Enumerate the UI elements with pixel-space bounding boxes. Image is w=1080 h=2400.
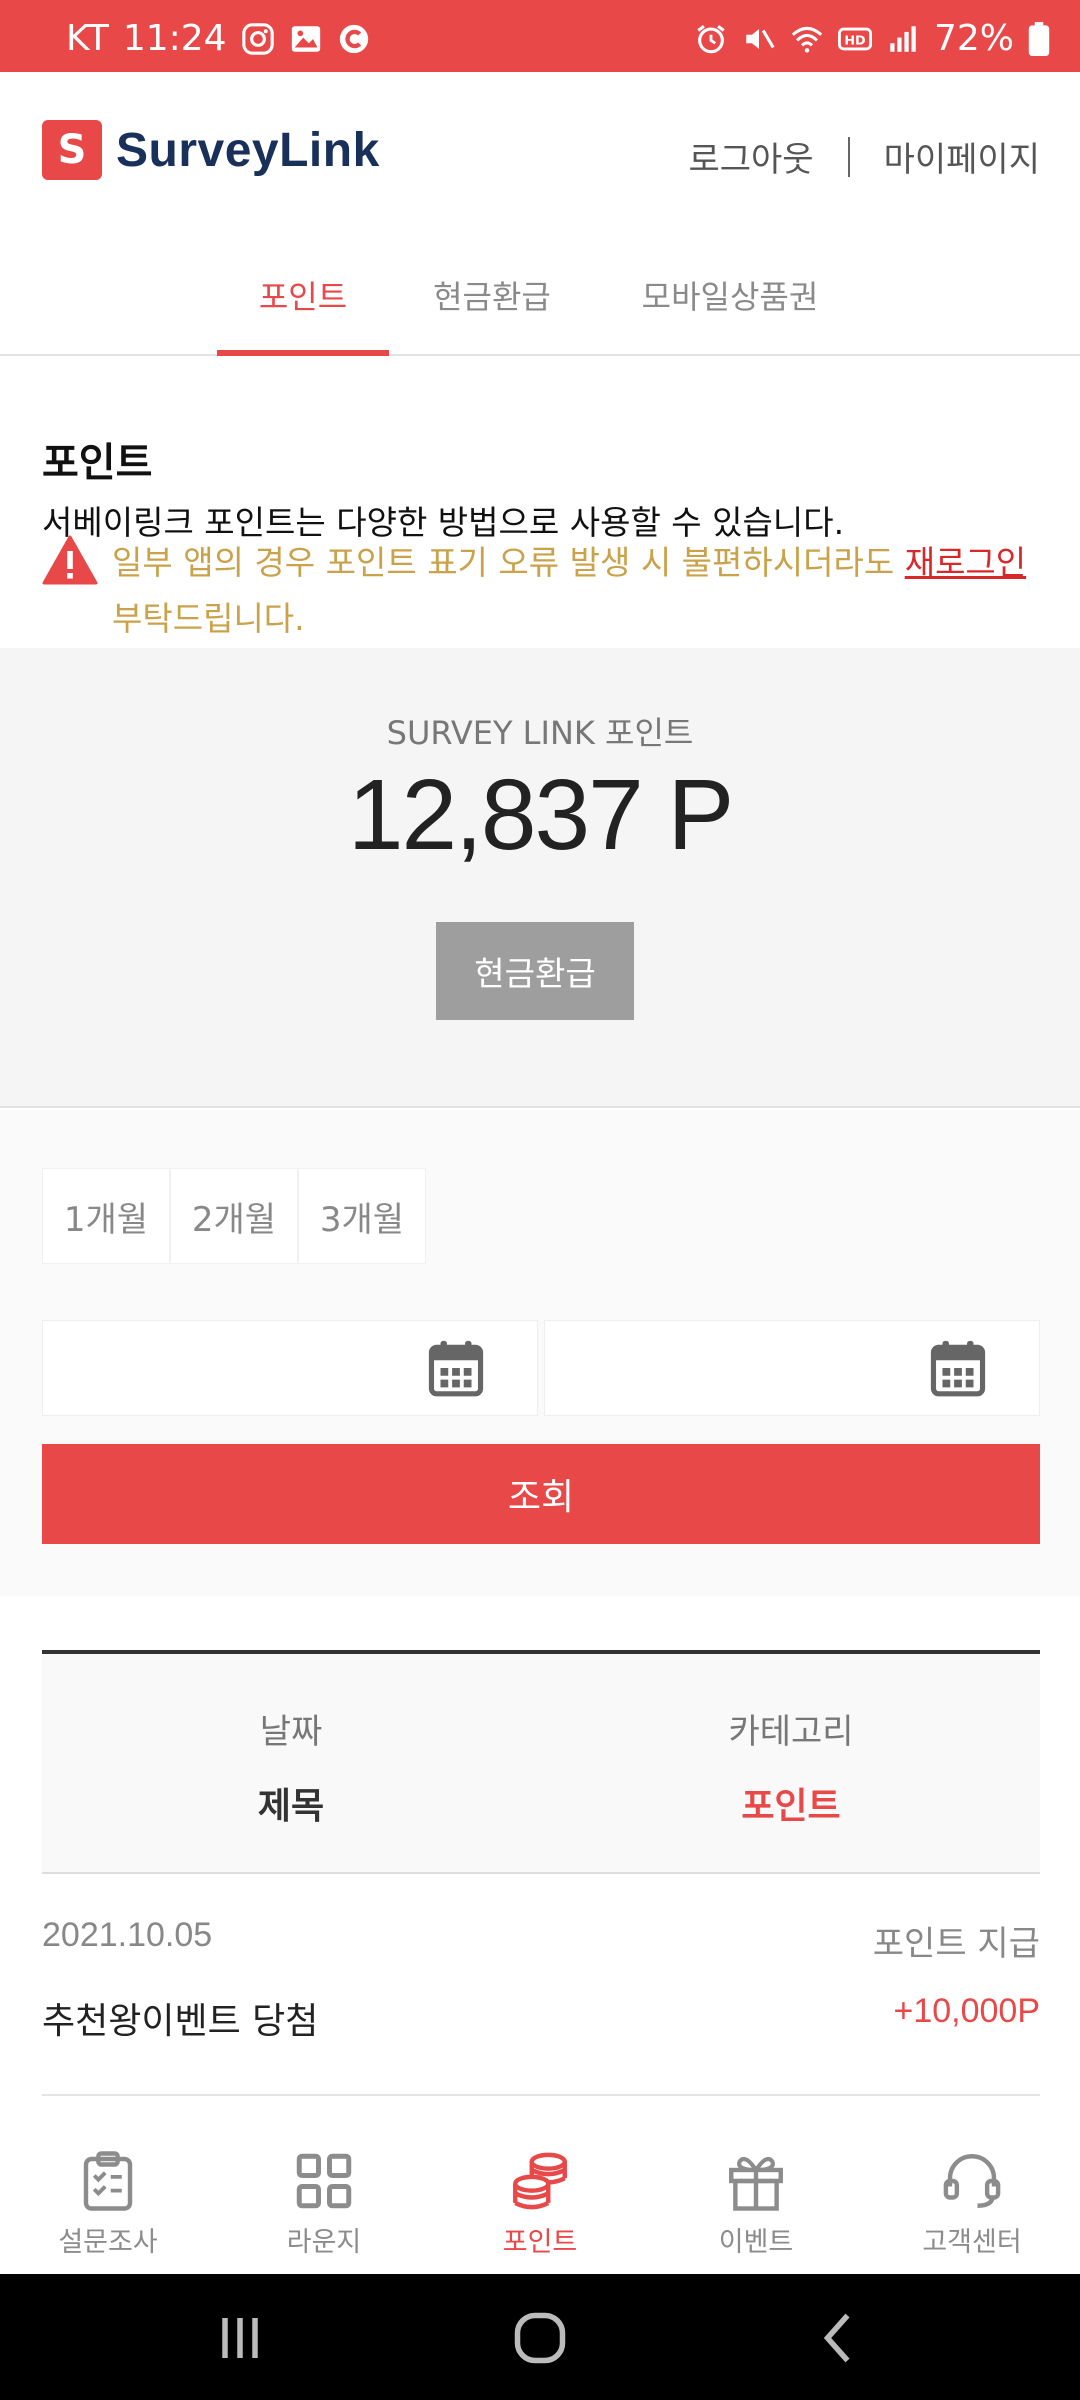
- clock: 11:24: [122, 18, 227, 59]
- app-header: S SurveyLink 로그아웃 마이페이지: [0, 72, 1080, 230]
- notice-text-suffix: 부탁드립니다.: [112, 599, 305, 638]
- nav-customer-center[interactable]: 고객센터: [864, 2148, 1080, 2259]
- calendar-icon[interactable]: [425, 1337, 487, 1399]
- cash-refund-button[interactable]: 현금환급: [436, 922, 634, 1020]
- row-date: 2021.10.05: [42, 1916, 213, 1954]
- logo-mark-icon: S: [42, 120, 102, 180]
- mypage-link[interactable]: 마이페이지: [884, 132, 1040, 181]
- header-left-column: 날짜 제목: [42, 1704, 540, 1829]
- warning-icon: [42, 535, 98, 585]
- grid-icon: [296, 2153, 352, 2209]
- tab-cash-refund[interactable]: 현금환급: [410, 272, 574, 318]
- header-title: 제목: [257, 1786, 325, 1827]
- nav-points[interactable]: 포인트: [432, 2148, 648, 2259]
- period-3-month-button[interactable]: 3개월: [298, 1168, 426, 1264]
- recent-apps-icon[interactable]: [210, 2308, 270, 2368]
- header-point: 포인트: [741, 1786, 841, 1827]
- active-tab-indicator: [217, 350, 389, 356]
- tab-mobile-voucher[interactable]: 모바일상품권: [620, 272, 840, 318]
- c-app-icon: [339, 24, 368, 53]
- nav-survey-label: 설문조사: [58, 2227, 158, 2258]
- points-panel: SURVEY LINK 포인트 12,837 P 현금환급: [0, 648, 1080, 1108]
- nav-lounge[interactable]: 라운지: [216, 2148, 432, 2259]
- start-date-field[interactable]: [42, 1320, 538, 1416]
- period-1-month-button[interactable]: 1개월: [42, 1168, 170, 1264]
- logo-text: SurveyLink: [116, 123, 380, 177]
- end-date-field[interactable]: [544, 1320, 1040, 1416]
- filter-section: 1개월 2개월 3개월 조회: [0, 1110, 1080, 1596]
- svg-text:HD: HD: [844, 33, 865, 48]
- battery-icon: [1028, 21, 1050, 56]
- info-section: 포인트 서베이링크 포인트는 다양한 방법으로 사용할 수 있습니다.: [42, 430, 1042, 544]
- nav-lounge-label: 라운지: [286, 2227, 362, 2258]
- nav-survey[interactable]: 설문조사: [0, 2148, 216, 2259]
- header-divider: [847, 136, 850, 177]
- nav-event[interactable]: 이벤트: [648, 2148, 864, 2259]
- surveylink-logo[interactable]: S SurveyLink: [42, 120, 380, 180]
- search-button[interactable]: 조회: [42, 1444, 1040, 1544]
- hd-voice-icon: HD: [837, 27, 872, 50]
- period-selector: 1개월 2개월 3개월: [42, 1168, 426, 1264]
- history-table-header: 날짜 제목 카테고리 포인트: [42, 1650, 1040, 1874]
- calendar-icon[interactable]: [927, 1337, 989, 1399]
- gift-icon: [729, 2156, 783, 2211]
- row-category: 포인트 지급: [872, 1924, 1040, 1964]
- header-right-column: 카테고리 포인트: [542, 1704, 1040, 1829]
- nav-points-label: 포인트: [502, 2227, 578, 2258]
- carrier-label: KT: [66, 18, 109, 59]
- home-icon[interactable]: [510, 2308, 570, 2368]
- bottom-navigation: 설문조사 라운지 포인트 이벤트 고객센터: [0, 2108, 1080, 2274]
- clipboard-icon: [83, 2151, 133, 2211]
- battery-percent: 72%: [933, 18, 1014, 59]
- alarm-icon: [697, 24, 725, 53]
- section-title: 포인트: [42, 440, 153, 486]
- period-2-month-button[interactable]: 2개월: [170, 1168, 298, 1264]
- status-bar: KT 11:24 HD 72%: [0, 0, 1080, 72]
- sub-tabs: 포인트 현금환급 모바일상품권: [0, 230, 1080, 356]
- points-label: SURVEY LINK 포인트: [386, 714, 694, 752]
- points-value: 12,837 P: [347, 759, 734, 871]
- row-title: 추천왕이벤트 당첨: [42, 2001, 319, 2042]
- instagram-icon: [241, 22, 274, 55]
- gallery-icon: [291, 25, 320, 52]
- notice-text: 일부 앱의 경우 포인트 표기 오류 발생 시 불편하시더라도 재로그인 부탁드…: [112, 535, 1032, 647]
- header-date: 날짜: [259, 1712, 323, 1752]
- mute-icon: [746, 28, 775, 49]
- back-icon[interactable]: [810, 2308, 870, 2368]
- table-row: 2021.10.05 포인트 지급 추천왕이벤트 당첨 +10,000P: [42, 1874, 1040, 2096]
- headset-icon: [943, 2154, 1001, 2208]
- nav-customer-center-label: 고객센터: [922, 2227, 1022, 2258]
- notice-banner: 일부 앱의 경우 포인트 표기 오류 발생 시 불편하시더라도 재로그인 부탁드…: [42, 535, 1042, 647]
- logout-link[interactable]: 로그아웃: [688, 132, 813, 181]
- tab-points[interactable]: 포인트: [217, 272, 389, 318]
- relogin-link[interactable]: 재로그인: [905, 543, 1026, 582]
- coins-icon: [513, 2152, 567, 2210]
- nav-event-label: 이벤트: [718, 2227, 794, 2258]
- header-category: 카테고리: [728, 1712, 854, 1752]
- row-points: +10,000P: [893, 1992, 1040, 2030]
- wifi-icon: [791, 26, 823, 53]
- notice-text-main: 일부 앱의 경우 포인트 표기 오류 발생 시 불편하시더라도: [112, 543, 905, 582]
- signal-icon: [890, 25, 916, 52]
- system-navigation-bar: [0, 2274, 1080, 2400]
